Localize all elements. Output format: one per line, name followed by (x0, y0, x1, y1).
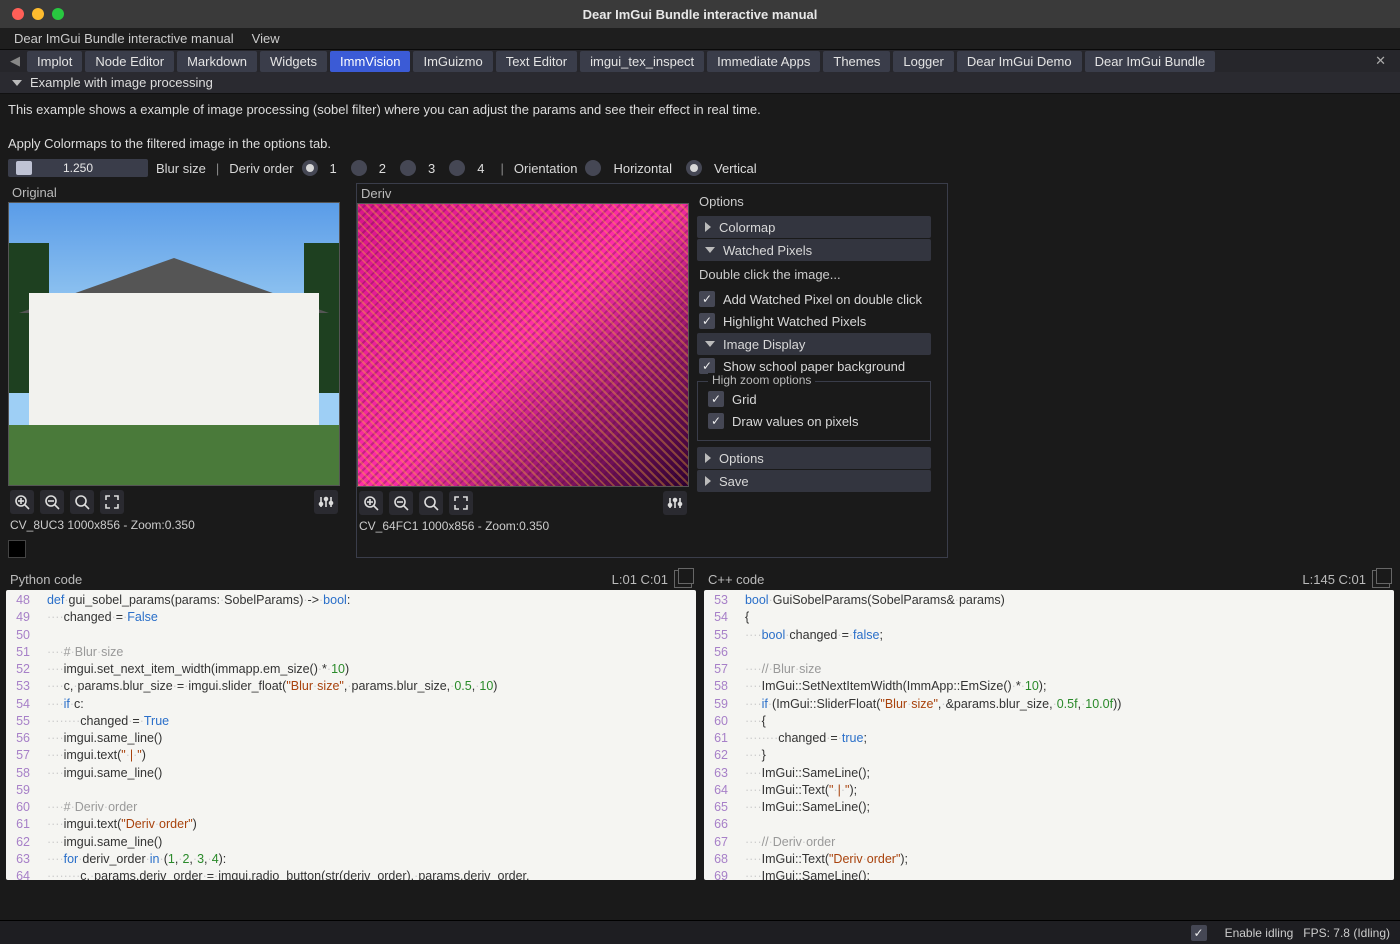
tab-scroll-icon[interactable]: ◀ (6, 50, 24, 72)
colormap-section[interactable]: Colormap (697, 216, 931, 238)
radio-horizontal[interactable] (585, 160, 601, 176)
menu-item[interactable]: View (252, 31, 280, 46)
status-bar: Enable idling FPS: 7.8 (Idling) (0, 920, 1400, 944)
chevron-down-icon (705, 341, 715, 347)
zoom-out-icon[interactable] (40, 490, 64, 514)
watched-section[interactable]: Watched Pixels (697, 239, 931, 261)
orientation-label: Orientation (514, 161, 578, 176)
options-header: Options (697, 188, 931, 215)
zoom-in-icon[interactable] (359, 491, 383, 515)
controls-row: 1.250 Blur size | Deriv order 1 2 3 4 | … (8, 159, 1392, 177)
min-dot[interactable] (32, 8, 44, 20)
copy-icon[interactable] (1372, 570, 1390, 588)
options-panel: Options Colormap Watched Pixels Double c… (689, 184, 939, 549)
chevron-down-icon (12, 80, 22, 86)
fps-label: FPS: 7.8 (Idling) (1303, 926, 1390, 940)
chevron-right-icon (705, 476, 711, 486)
color-swatch[interactable] (8, 540, 26, 558)
tab-immediate-apps[interactable]: Immediate Apps (707, 51, 820, 72)
max-dot[interactable] (52, 8, 64, 20)
image-info: CV_8UC3 1000x856 - Zoom:0.350 (8, 514, 340, 536)
menu-item[interactable]: Dear ImGui Bundle interactive manual (14, 31, 234, 46)
copy-icon[interactable] (674, 570, 692, 588)
cpp-code-editor[interactable]: 53 bool·GuiSobelParams(SobelParams&·para… (704, 590, 1394, 880)
image-display-section[interactable]: Image Display (697, 333, 931, 355)
radio-2[interactable] (351, 160, 367, 176)
deriv-label: Deriv order (229, 161, 293, 176)
cursor-pos: L:145 C:01 (1302, 572, 1366, 587)
fieldset-legend: High zoom options (708, 373, 815, 387)
checkbox-pixel-values[interactable] (708, 413, 724, 429)
fullscreen-icon[interactable] (100, 490, 124, 514)
checkbox-highlight[interactable] (699, 313, 715, 329)
image-info: CV_64FC1 1000x856 - Zoom:0.350 (357, 515, 689, 537)
tab-imguizmo[interactable]: ImGuizmo (413, 51, 492, 72)
python-code-header: Python code (10, 572, 82, 587)
radio-1[interactable] (302, 160, 318, 176)
python-code-editor[interactable]: 48 def·gui_sobel_params(params:·SobelPar… (6, 590, 696, 880)
blur-size-slider[interactable]: 1.250 (8, 159, 148, 177)
high-zoom-fieldset: High zoom options Grid Draw values on pi… (697, 381, 931, 441)
slider-value: 1.250 (8, 161, 148, 175)
original-image-panel: Original CV_8UC3 1000x856 - Zoom:0.350 (8, 183, 340, 558)
chevron-right-icon (705, 453, 711, 463)
chevron-right-icon (705, 222, 711, 232)
zoom-in-icon[interactable] (10, 490, 34, 514)
tab-close-icon[interactable]: ✕ (1367, 50, 1394, 72)
zoom-out-icon[interactable] (389, 491, 413, 515)
checkbox-add-watched[interactable] (699, 291, 715, 307)
tab-themes[interactable]: Themes (823, 51, 890, 72)
save-section[interactable]: Save (697, 470, 931, 492)
description-2: Apply Colormaps to the filtered image in… (8, 134, 1392, 154)
zoom-reset-icon[interactable] (419, 491, 443, 515)
tabbar: ◀ Implot Node Editor Markdown Widgets Im… (0, 50, 1400, 72)
checkbox-enable-idling[interactable] (1191, 925, 1207, 941)
radio-3[interactable] (400, 160, 416, 176)
radio-vertical[interactable] (686, 160, 702, 176)
image-title: Deriv (357, 184, 689, 203)
deriv-image-panel: Deriv CV_64FC1 1000x856 - Zoom:0.350 Opt… (356, 183, 948, 558)
checkbox-grid[interactable] (708, 391, 724, 407)
tab-logger[interactable]: Logger (893, 51, 953, 72)
deriv-image[interactable] (357, 203, 689, 487)
window-controls[interactable] (0, 8, 64, 20)
tab-widgets[interactable]: Widgets (260, 51, 327, 72)
tab-demo[interactable]: Dear ImGui Demo (957, 51, 1082, 72)
description: This example shows a example of image pr… (8, 100, 1392, 120)
tab-tex-inspect[interactable]: imgui_tex_inspect (580, 51, 704, 72)
settings-sliders-icon[interactable] (663, 491, 687, 515)
options-section[interactable]: Options (697, 447, 931, 469)
fullscreen-icon[interactable] (449, 491, 473, 515)
slider-label: Blur size (156, 161, 206, 176)
close-dot[interactable] (12, 8, 24, 20)
settings-sliders-icon[interactable] (314, 490, 338, 514)
separator: | (214, 161, 221, 176)
tab-text-editor[interactable]: Text Editor (496, 51, 577, 72)
checkbox-paper-bg[interactable] (699, 358, 715, 374)
menubar: Dear ImGui Bundle interactive manual Vie… (0, 28, 1400, 50)
tab-immvision[interactable]: ImmVision (330, 51, 410, 72)
radio-4[interactable] (449, 160, 465, 176)
section-title: Example with image processing (30, 75, 213, 90)
tab-implot[interactable]: Implot (27, 51, 82, 72)
image-title: Original (8, 183, 340, 202)
tab-markdown[interactable]: Markdown (177, 51, 257, 72)
chevron-down-icon (705, 247, 715, 253)
cursor-pos: L:01 C:01 (612, 572, 668, 587)
cpp-code-header: C++ code (708, 572, 764, 587)
idling-label: Enable idling (1225, 926, 1294, 940)
zoom-reset-icon[interactable] (70, 490, 94, 514)
section-header[interactable]: Example with image processing (0, 72, 1400, 94)
separator: | (498, 161, 505, 176)
titlebar: Dear ImGui Bundle interactive manual (0, 0, 1400, 28)
tab-node-editor[interactable]: Node Editor (85, 51, 174, 72)
original-image[interactable] (8, 202, 340, 486)
watched-hint: Double click the image... (697, 261, 931, 288)
window-title: Dear ImGui Bundle interactive manual (583, 7, 818, 22)
tab-bundle[interactable]: Dear ImGui Bundle (1085, 51, 1216, 72)
